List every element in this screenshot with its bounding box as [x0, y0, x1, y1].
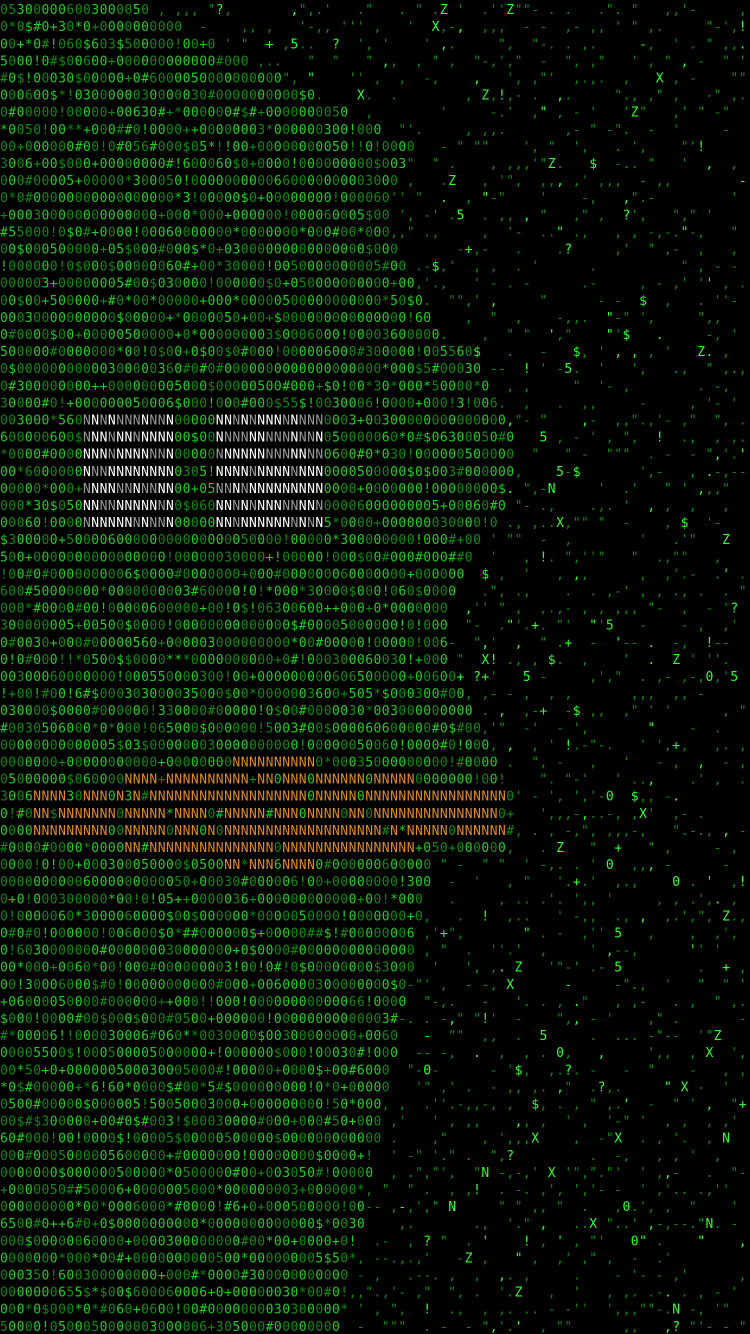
ascii-row: +000300000000000000+000*000+000000!00006… — [0, 208, 713, 223]
ascii-row: 00!30006000$#0!00000000000#000+006000030… — [0, 978, 747, 993]
ascii-row: 00000000000005$03$000000030000000000!000… — [0, 738, 747, 753]
ascii-row: 0+0!000300000*00!0!05++0000036+000000000… — [0, 892, 738, 907]
ascii-row: 6500#0++6#0+0$0000000000*0000000000000$*… — [0, 1217, 738, 1232]
ascii-row: 30000#0!+000000050006$000!000#000$55$!00… — [0, 396, 738, 411]
ascii-row: #0000#0000*0000NN#NNNNNNNNNNNNNNN0NNNNNN… — [0, 841, 738, 856]
ascii-row: *0000#0000NNNNNNNNNNN00000NNNNNNNNNNNNN0… — [0, 448, 747, 463]
ascii-row: 00+000000#00!0#056#000$05*!!00+000000000… — [0, 140, 705, 155]
ascii-row: *0$#00000+*6!60*0000$#00*5#$000000000!0*… — [0, 1080, 730, 1095]
ascii-row: 000*#0000#00!00000600000+00!0$!06300600+… — [0, 602, 738, 617]
ascii-row: 000000000*00*0006000*#0000!#6+0+00050000… — [0, 1200, 738, 1215]
ascii-row: 0$00000000000300000360#0#0#0000000000000… — [0, 362, 747, 377]
ascii-row: *0050!00**+000##0!0000++00000003*0000003… — [0, 123, 730, 138]
ascii-row: 0000000+00000000000+00000000NNNNNNNNNN0*… — [0, 756, 747, 771]
ascii-row: 00000*000+NNNNNNNNNNN00+05NNNNNNNNNNNNN0… — [0, 482, 730, 497]
ascii-row: 0!0000060*3000060000$00$000000*000005000… — [0, 909, 747, 924]
ascii-row: $000!0000#00$000$000#0500+000000!0000000… — [0, 1012, 747, 1027]
ascii-row: #55000!0$0#+0000!00060000000*0000000*000… — [0, 225, 738, 240]
ascii-row: 00*6000000NNNNNNNNNNN0305!NNNNNNNNNNNNN0… — [0, 465, 747, 480]
ascii-row: $300000+50000600000000000000050000!00000… — [0, 533, 730, 548]
ascii-row: #0030506000*0*000!065000$000000!5003#00$… — [0, 721, 722, 736]
ascii-row: 00005500$!000500005000000+!000000$000!00… — [0, 1046, 747, 1061]
ascii-row: 0#0030+000#00000560+000003000000000*00#0… — [0, 636, 730, 651]
ascii-row: 500000#0000000*00!0$00+0$00$0#000!000006… — [0, 345, 730, 360]
ascii-row: 60#000!00!0000$!00005$00000500000$000000… — [0, 1132, 730, 1147]
ascii-row: !+00!#00!6#$000303000035000$00*000000360… — [0, 687, 705, 702]
ascii-row: 00*000+0060*00!000#000000003!00!0#!0$000… — [0, 961, 747, 976]
ascii-row: 50000!0500050000003000006+305000#0000000… — [0, 1320, 747, 1334]
ascii-row: 600000600$NNNNNNNNNNN00$00NNNNNNNNNNNNN0… — [0, 431, 747, 446]
ascii-row: 00060!0000NNNNNNNNNNN00000NNNNNNNNNNNNN5… — [0, 516, 722, 531]
ascii-row: 0!0#000!!*0500$$0000***0000000000+0#!000… — [0, 653, 730, 668]
ascii-row: 0#300000000++000000005000$00000500#000+$… — [0, 379, 730, 394]
ascii-row: 0*0$#0+30*0+0000000000-,,, '-,, ''', ' X,-,,… — [0, 20, 747, 35]
ascii-row: 0#00000!00000+00630#+*000000#$#+00000000… — [0, 106, 730, 121]
ascii-row: 0500#00000$000005!50050003000+000000000!… — [0, 1098, 747, 1113]
ascii-row: 003000*560NNNNNNNNNNN00000NNNNNNNNNNNNN0… — [0, 414, 747, 429]
ascii-row: 053000006003000050,,,, "?, ,",.' .". " .Z ' .''… — [0, 3, 747, 18]
ascii-row: 3006NNNN30NNN0N3N#NNNNNNNNNNNNNNNNNNN0NN… — [0, 790, 680, 805]
ascii-row: !000000!0$000$00000060#+00*30000!0050000… — [0, 260, 738, 275]
ascii-row: 00+*0#!060$603$500000!00+0 ' " + ,5..? ', ' ',.… — [0, 37, 747, 52]
ascii-row: 0000NNNNNNNNN00NNNNN0NNN0N0NNNNNNNNNNNNN… — [0, 824, 747, 839]
ascii-row: 3006+00$000+00000000#!600060$0+0000!0000… — [0, 157, 738, 172]
ascii-row: 000#00005+00000*300050!00000000006600000… — [0, 174, 747, 189]
ascii-row: 0000000655$*$00$600060006+0+00000030*00#… — [0, 1286, 738, 1301]
ascii-row: 000$00000060000+0000300000000#00*00+0000… — [0, 1234, 747, 1249]
ascii-row: #*00006!!000030006#060**0030000$00300000… — [0, 1029, 722, 1044]
ascii-row: 00300060000000!000550000300!00+000000000… — [0, 670, 738, 685]
ascii-row: #0$!00030$00000+0#6000050000000000", " '',… — [0, 72, 747, 87]
ascii-row: 0!#0NN$NNNNNNN0NNNNN*NNNN0#NNNNN#NNN0NNN… — [0, 807, 705, 822]
ascii-row: 000*30$050NNNNNNNNNNN0$060NNNNNNNNNNNNN0… — [0, 499, 730, 514]
ascii-row: +0000050##50006+0000005000*000000003+000… — [0, 1183, 730, 1198]
ascii-row: 600#50000000*0000000003#60000!0!*000*300… — [0, 585, 747, 600]
ascii-row: 0#0#0!000000!006000$0*##000000$+00000##$… — [0, 927, 738, 942]
ascii-row: 000*0$000*0*#060+0600!00#000000003030000… — [0, 1303, 730, 1318]
ascii-row: 00$#$300000+00#0$#003!$00030000#000+000#… — [0, 1115, 738, 1130]
ascii-row: 500+0000000000000000!00000030000+!00000!… — [0, 550, 722, 565]
ascii-row: 030000$0000#000000!330000#00000!0$00#000… — [0, 704, 747, 719]
ascii-row: 0000000$000000500000*0500000#00+003050#!… — [0, 1166, 747, 1181]
ascii-row: 0#0000$00+00000500000+0*000000003$000600… — [0, 328, 738, 343]
ascii-row: 5000!0#$00600+000000000000#000,.. " " ",,, "… — [0, 54, 747, 69]
ascii-row: !00#0#0000000006$0000#0000000+000#000000… — [0, 567, 747, 582]
ascii-row: 00$000500000+05$000#000$*0+0300000000000… — [0, 243, 738, 258]
ascii-row: 00*50+0+000000500030005000#!00000+0000$+… — [0, 1063, 747, 1078]
ascii-row: 00030000000000$00000+*0000050+00+$000000… — [0, 311, 722, 326]
ascii-row: 000600$*!0300000030000030#0000000000$0. X… — [0, 89, 747, 104]
ascii-row: 0*0#00000000000000000*3!00000$0+00000000… — [0, 191, 738, 206]
ascii-row: 00$00+500000+#0*00*00000+000*00000500000… — [0, 294, 738, 309]
ascii-row: 00000000006000000000050+00030#000006!00+… — [0, 875, 747, 890]
ascii-row: 000#0005000005600000+#0000000!00000000$0… — [0, 1149, 722, 1164]
ascii-row: 0000!0!00+000300050000$0500NN*NNN6NNNN0#… — [0, 858, 730, 873]
ascii-row: 000350!600300000000+000#*0000#3000000000… — [0, 1269, 747, 1284]
ascii-row: 000003+00000005#00$030000!000000$0+05000… — [0, 277, 747, 292]
ascii-row: 300000005+00500$0000!00000000000000$#000… — [0, 619, 738, 634]
ascii-row: 05000000$060000NNNN+NNNNNNNNNN+NN0NNN0NN… — [0, 773, 747, 788]
ascii-row: +06000050000#000000++000!!000!0000000000… — [0, 995, 747, 1010]
ascii-art-canvas: 053000006003000050,,,, "?, ,",.' .". " .Z ' .''… — [0, 3, 747, 1334]
ascii-row: 0000000*000*00#+0000000000500*000000005$… — [0, 1251, 672, 1266]
ascii-row: 0!6030000000#000000030000000+0$0000#0000… — [0, 944, 722, 959]
